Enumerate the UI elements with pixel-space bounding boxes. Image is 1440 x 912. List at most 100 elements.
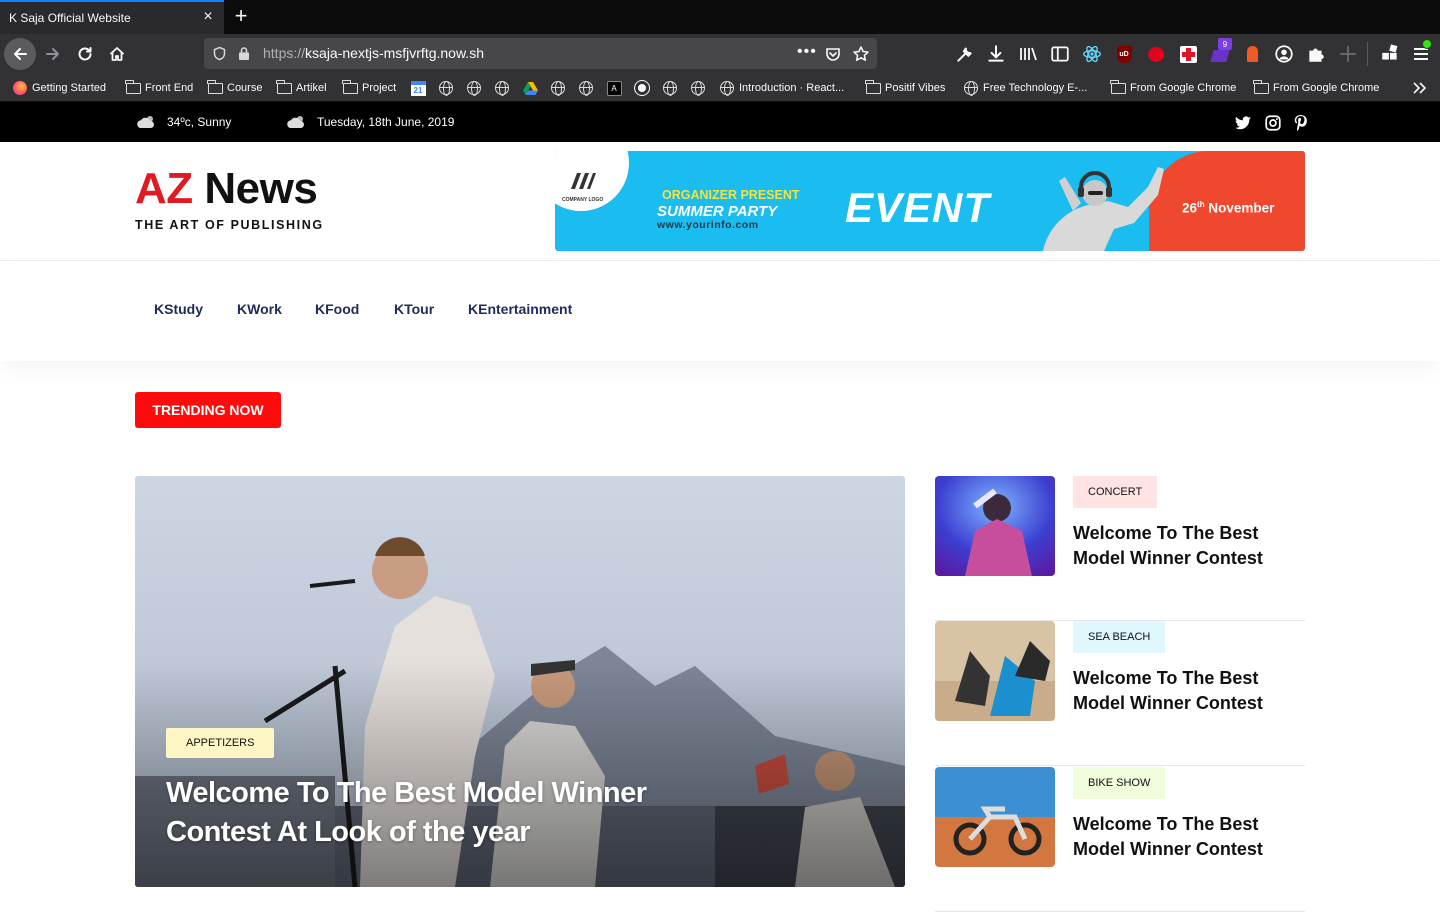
globe-icon <box>662 81 678 96</box>
side-post-category-badge[interactable]: BIKE SHOW <box>1073 767 1166 799</box>
cloud-sun-icon <box>287 116 305 128</box>
containers-icon[interactable] <box>1380 44 1400 64</box>
folder-icon <box>125 79 141 95</box>
bookmark-angular[interactable]: A <box>606 79 626 97</box>
hero-article[interactable]: APPETIZERS Welcome To The Best Model Win… <box>135 476 905 887</box>
bookmark-drive[interactable] <box>522 79 542 97</box>
side-post-title[interactable]: Welcome To The Best Model Winner Contest <box>1073 521 1313 571</box>
side-post-2[interactable]: SEA BEACH Welcome To The Best Model Winn… <box>935 621 1305 766</box>
extension-badge-icon[interactable]: 9 <box>1210 38 1232 64</box>
lock-icon[interactable] <box>237 46 251 61</box>
bookmark-globe-1[interactable] <box>438 79 458 97</box>
bookmark-globe-2[interactable] <box>466 79 486 97</box>
bookmark-label: From Google Chrome <box>1130 82 1237 94</box>
move-extension-icon[interactable] <box>1338 44 1358 64</box>
google-drive-icon <box>522 81 538 95</box>
shield-icon[interactable] <box>212 46 227 61</box>
bookmark-free-technology[interactable]: Free Technology E-... <box>963 79 1087 97</box>
sidebar-icon[interactable] <box>1050 44 1070 64</box>
bookmark-introduction-react[interactable]: Introduction · React... <box>719 79 844 97</box>
bookmark-globe-3[interactable] <box>494 79 514 97</box>
event-ad-banner[interactable]: COMPANY LOGO ORGANIZER PRESENT SUMMER PA… <box>555 151 1305 251</box>
trending-now-button[interactable]: TRENDING NOW <box>135 392 281 428</box>
banner-url: www.yourinfo.com <box>657 219 759 231</box>
new-tab-button[interactable]: + <box>231 5 251 27</box>
folder-icon <box>276 79 292 95</box>
bookmark-course[interactable]: Course <box>207 79 262 97</box>
side-post-title[interactable]: Welcome To The Best Model Winner Contest <box>1073 812 1313 862</box>
extensions-puzzle-icon[interactable] <box>1306 44 1326 64</box>
home-button[interactable] <box>101 38 133 70</box>
bookmark-github[interactable] <box>634 79 654 97</box>
bookmark-label: Free Technology E-... <box>983 82 1088 94</box>
bookmark-label: Positif Vibes <box>885 82 946 94</box>
forward-button[interactable] <box>37 38 69 70</box>
tomato-extension-icon[interactable] <box>1146 44 1166 64</box>
site-header: AZ News THE ART OF PUBLISHING COMPANY LO… <box>0 142 1440 261</box>
side-post-title[interactable]: Welcome To The Best Model Winner Contest <box>1073 666 1313 716</box>
more-bookmarks-chevron-icon[interactable] <box>1412 81 1428 95</box>
ublock-icon[interactable]: uD <box>1114 44 1134 64</box>
download-icon[interactable] <box>986 44 1006 64</box>
url-host: ksaja-nextjs-msfjvrftg.now.sh <box>305 45 484 61</box>
url-protocol: https:// <box>263 45 306 61</box>
account-icon[interactable] <box>1274 44 1294 64</box>
bookmark-project[interactable]: Project <box>342 79 396 97</box>
dirt-bike-thumbnail[interactable] <box>935 767 1055 867</box>
page-actions-icon[interactable]: ••• <box>797 44 817 60</box>
nav-item-kfood[interactable]: KFood <box>315 301 359 317</box>
side-post-3[interactable]: BIKE SHOW Welcome To The Best Model Winn… <box>935 767 1305 912</box>
bookmark-globe-7[interactable] <box>690 79 710 97</box>
browser-tab-active[interactable]: K Saja Official Website × <box>0 0 224 34</box>
instagram-icon[interactable] <box>1265 115 1281 131</box>
red-cross-extension-icon[interactable] <box>1178 44 1198 64</box>
side-post-category-badge[interactable]: SEA BEACH <box>1073 621 1166 653</box>
folder-icon <box>1110 79 1126 95</box>
pocket-icon[interactable] <box>825 46 841 62</box>
site-logo[interactable]: AZ News THE ART OF PUBLISHING <box>135 167 324 233</box>
star-icon[interactable] <box>852 45 870 63</box>
globe-icon <box>578 81 594 96</box>
reload-button[interactable] <box>69 38 101 70</box>
nav-item-kstudy[interactable]: KStudy <box>154 301 203 317</box>
folder-icon <box>342 79 358 95</box>
address-bar[interactable]: https://ksaja-nextjs-msfjvrftg.now.sh ••… <box>204 38 877 69</box>
hero-title[interactable]: Welcome To The Best Model Winner Contest… <box>166 774 686 852</box>
bookmark-getting-started[interactable]: Getting Started <box>12 79 106 97</box>
bookmark-front-end[interactable]: Front End <box>125 79 193 97</box>
bookmark-from-google-chrome-2[interactable]: From Google Chrome <box>1253 79 1379 97</box>
menu-hamburger-icon[interactable] <box>1411 39 1432 64</box>
nav-item-kentertainment[interactable]: KEntertainment <box>468 301 572 317</box>
surfboard-fins-thumbnail[interactable] <box>935 621 1055 721</box>
update-available-icon <box>1422 39 1432 49</box>
nav-item-kwork[interactable]: KWork <box>237 301 282 317</box>
banner-date-suffix: th <box>1197 200 1205 209</box>
close-tab-icon[interactable]: × <box>200 9 216 25</box>
globe-icon <box>494 81 510 96</box>
concert-thumbnail[interactable] <box>935 476 1055 576</box>
react-devtools-icon[interactable] <box>1082 44 1102 64</box>
bookmarks-toolbar: Getting Started Front End Course Artikel… <box>0 74 1440 102</box>
back-button[interactable] <box>4 38 36 70</box>
bookmark-from-google-chrome-1[interactable]: From Google Chrome <box>1110 79 1236 97</box>
wrench-icon[interactable] <box>955 44 975 64</box>
library-icon[interactable] <box>1018 44 1038 64</box>
bookmark-globe-6[interactable] <box>662 79 682 97</box>
nav-item-ktour[interactable]: KTour <box>394 301 434 317</box>
bookmark-artikel[interactable]: Artikel <box>276 79 327 97</box>
bookmark-globe-4[interactable] <box>550 79 570 97</box>
hero-category-badge[interactable]: APPETIZERS <box>166 728 275 758</box>
side-post-category-badge[interactable]: CONCERT <box>1073 476 1158 508</box>
bookmark-calendar[interactable]: 21 <box>410 79 430 97</box>
bookmark-globe-5[interactable] <box>578 79 598 97</box>
company-logo-icon <box>571 173 596 189</box>
bookmark-positif-vibes[interactable]: Positif Vibes <box>865 79 945 97</box>
rocket-extension-icon[interactable] <box>1242 44 1262 64</box>
browser-tab-strip: K Saja Official Website × + <box>0 0 1440 34</box>
github-icon <box>634 81 650 95</box>
banner-company-logo-text: COMPANY LOGO <box>562 197 604 203</box>
pinterest-icon[interactable] <box>1293 115 1309 131</box>
side-post-1[interactable]: CONCERT Welcome To The Best Model Winner… <box>935 476 1305 621</box>
date-text: Tuesday, 18th June, 2019 <box>317 115 455 129</box>
twitter-icon[interactable] <box>1235 115 1251 131</box>
